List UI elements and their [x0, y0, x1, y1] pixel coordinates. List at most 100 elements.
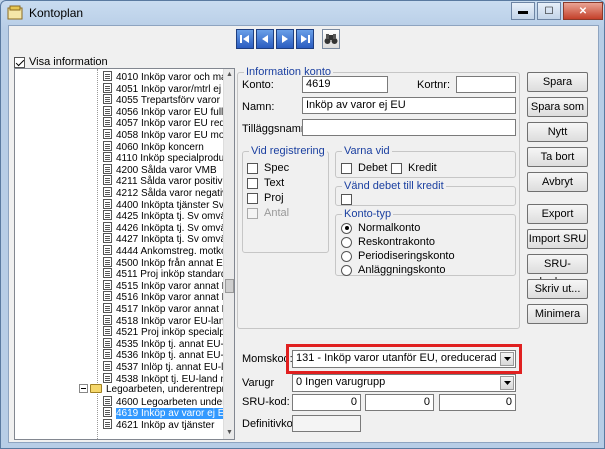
tree-account-row[interactable]: 4057 Inköp varor EU redu [103, 117, 224, 129]
search-button[interactable] [322, 29, 340, 49]
ta-bort-button[interactable]: Ta bort [527, 147, 588, 167]
tree-account-row[interactable]: 4426 Inköpta tj. Sv omvän [103, 221, 224, 234]
import-sru-button[interactable]: Import SRU [527, 229, 588, 249]
sru-kod-input-1[interactable]: 0 [292, 394, 361, 411]
previous-icon [262, 35, 268, 43]
tree-account-row[interactable]: 4536 Inköp tj. annat EU-la [103, 349, 224, 361]
periodiseringskonto-option[interactable]: Periodiseringskonto [341, 250, 455, 262]
sru-kod-input-3[interactable]: 0 [439, 394, 516, 411]
tree-account-row[interactable]: 4600 Legoarbeten undere [103, 395, 224, 408]
proj-checkbox[interactable] [247, 192, 258, 204]
tree-account-row[interactable]: 4060 Inköp koncern [103, 140, 204, 153]
periodiseringskonto-radio[interactable] [341, 250, 352, 262]
normalkonto-label: Normalkonto [358, 222, 421, 234]
scroll-up-icon[interactable]: ▲ [225, 70, 234, 80]
chevron-down-icon[interactable] [500, 376, 514, 390]
account-icon [103, 245, 112, 255]
export-button[interactable]: Export [527, 204, 588, 224]
tree-account-row[interactable]: 4051 Inköp varor/mtrl ej E [103, 82, 224, 95]
tree-account-row[interactable]: 4521 Proj inköp specialpr [103, 326, 224, 338]
visa-information-row[interactable]: Visa information [14, 56, 108, 68]
tree-account-row[interactable]: 4511 Proj inköp standardp [103, 268, 224, 280]
last-icon [301, 35, 310, 43]
tree-account-row[interactable]: 4211 Sålda varor positiv V [103, 175, 224, 187]
collapse-icon[interactable] [79, 384, 88, 394]
kredit-option[interactable]: Kredit [391, 162, 437, 174]
account-tree-content: 4010 Inköp varor och mat 4051 Inköp varor… [15, 69, 224, 439]
nytt-button[interactable]: Nytt [527, 122, 588, 142]
proj-option[interactable]: Proj [247, 192, 284, 204]
tillaggsnamn-input[interactable] [302, 119, 516, 136]
tree-account-row[interactable]: 4516 Inköp varor annat E [103, 291, 224, 303]
tree-account-row[interactable]: 4425 Inköpta tj. Sv omvän [103, 210, 224, 222]
normalkonto-radio[interactable] [341, 222, 352, 234]
close-button[interactable]: ✕ [563, 2, 603, 20]
account-icon [103, 279, 112, 290]
last-record-button[interactable] [296, 29, 314, 49]
tree-account-row[interactable]: 4056 Inköp varor EU full r [103, 105, 224, 118]
konto-input[interactable]: 4619 [302, 76, 388, 93]
text-checkbox[interactable] [247, 177, 258, 189]
tree-account-row[interactable]: 4621 Inköp av tjänster [103, 419, 214, 431]
sru-kod-input-2[interactable]: 0 [365, 394, 434, 411]
spec-option[interactable]: Spec [247, 162, 289, 174]
debet-checkbox[interactable] [341, 162, 352, 174]
maximize-button[interactable]: ☐ [537, 2, 561, 20]
tree-account-row[interactable]: 4517 Inköp varor annat E [103, 303, 224, 315]
tree-account-row[interactable]: 4518 Inköp varor EU-land [103, 314, 224, 327]
account-tree[interactable]: 4010 Inköp varor och mat 4051 Inköp varor… [14, 68, 235, 440]
first-record-button[interactable] [236, 29, 254, 49]
tree-account-row[interactable]: 4500 Inköp från annat EU [103, 256, 224, 269]
namn-input[interactable]: Inköp av varor ej EU [302, 97, 516, 114]
account-icon [103, 140, 112, 151]
tree-account-row[interactable]: 4400 Inköpta tjänster Sv, [103, 198, 224, 211]
skriv-ut-button[interactable]: Skriv ut... [527, 279, 588, 299]
vand-debet-checkbox[interactable] [341, 194, 352, 205]
varugr-select[interactable]: 0 Ingen varugrupp [292, 374, 516, 392]
definitivkonto-input[interactable] [292, 415, 361, 432]
tree-folder[interactable]: Legoarbeten, underentrepren [79, 384, 224, 396]
scroll-thumb[interactable] [225, 279, 234, 293]
kortnr-input[interactable] [456, 76, 516, 93]
sru-koder-button[interactable]: SRU-koder... [527, 254, 588, 288]
tree-account-row[interactable]: 4619 Inköp av varor ej EU [103, 407, 224, 420]
spara-button[interactable]: Spara [527, 72, 588, 92]
avbryt-button[interactable]: Avbryt [527, 172, 588, 192]
spec-checkbox[interactable] [247, 162, 258, 174]
tree-account-row[interactable]: 4538 Inköpt tj. EU-land m [103, 372, 224, 385]
anlaggningskonto-option[interactable]: Anläggningskonto [341, 264, 445, 276]
tree-account-row[interactable]: 4537 Inlöp tj. annat EU-la [103, 361, 224, 373]
account-icon [103, 117, 112, 128]
next-record-button[interactable] [276, 29, 294, 49]
scroll-down-icon[interactable]: ▼ [225, 428, 234, 438]
minimera-button[interactable]: Minimera [527, 304, 588, 324]
previous-record-button[interactable] [256, 29, 274, 49]
tree-account-row[interactable]: 4535 Inköp tj. annat EU-la [103, 337, 224, 350]
normalkonto-option[interactable]: Normalkonto [341, 222, 420, 234]
tree-account-row[interactable]: 4010 Inköp varor och mat [103, 71, 224, 83]
tree-account-row[interactable]: 4212 Sålda varor negativ [103, 187, 224, 199]
namn-label: Namn: [242, 101, 275, 113]
visa-information-checkbox[interactable] [14, 56, 25, 68]
periodiseringskonto-label: Periodiseringskonto [358, 250, 455, 262]
tree-account-row[interactable]: 4427 Inköpta tj. Sv omvän [103, 233, 224, 245]
account-icon [103, 105, 112, 116]
kredit-checkbox[interactable] [391, 162, 402, 174]
spara-som-button[interactable]: Spara som [527, 97, 588, 117]
tree-account-row[interactable]: 4200 Sålda varor VMB [103, 163, 217, 176]
window-title: Kontoplan [29, 6, 84, 20]
reskontrakonto-option[interactable]: Reskontrakonto [341, 236, 435, 248]
debet-option[interactable]: Debet [341, 162, 387, 174]
text-option[interactable]: Text [247, 177, 284, 189]
tree-account-row[interactable]: 4515 Inköp varor annat E [103, 279, 224, 292]
account-icon [103, 163, 112, 174]
tree-account-row[interactable]: 4444 Ankomstreg. motkon [103, 245, 224, 257]
anlaggningskonto-radio[interactable] [341, 264, 352, 276]
tree-account-row[interactable]: 4110 Inköp specialproduk [103, 152, 224, 164]
tree-account-row[interactable]: 4055 Trepartsförv varor [103, 94, 220, 106]
text-label: Text [264, 177, 285, 189]
reskontrakonto-radio[interactable] [341, 236, 352, 248]
minimize-button[interactable]: ▬ [511, 2, 535, 20]
tree-account-row[interactable]: 4058 Inköp varor EU mom [103, 129, 224, 141]
tree-scrollbar[interactable]: ▲ ▼ [223, 69, 234, 439]
